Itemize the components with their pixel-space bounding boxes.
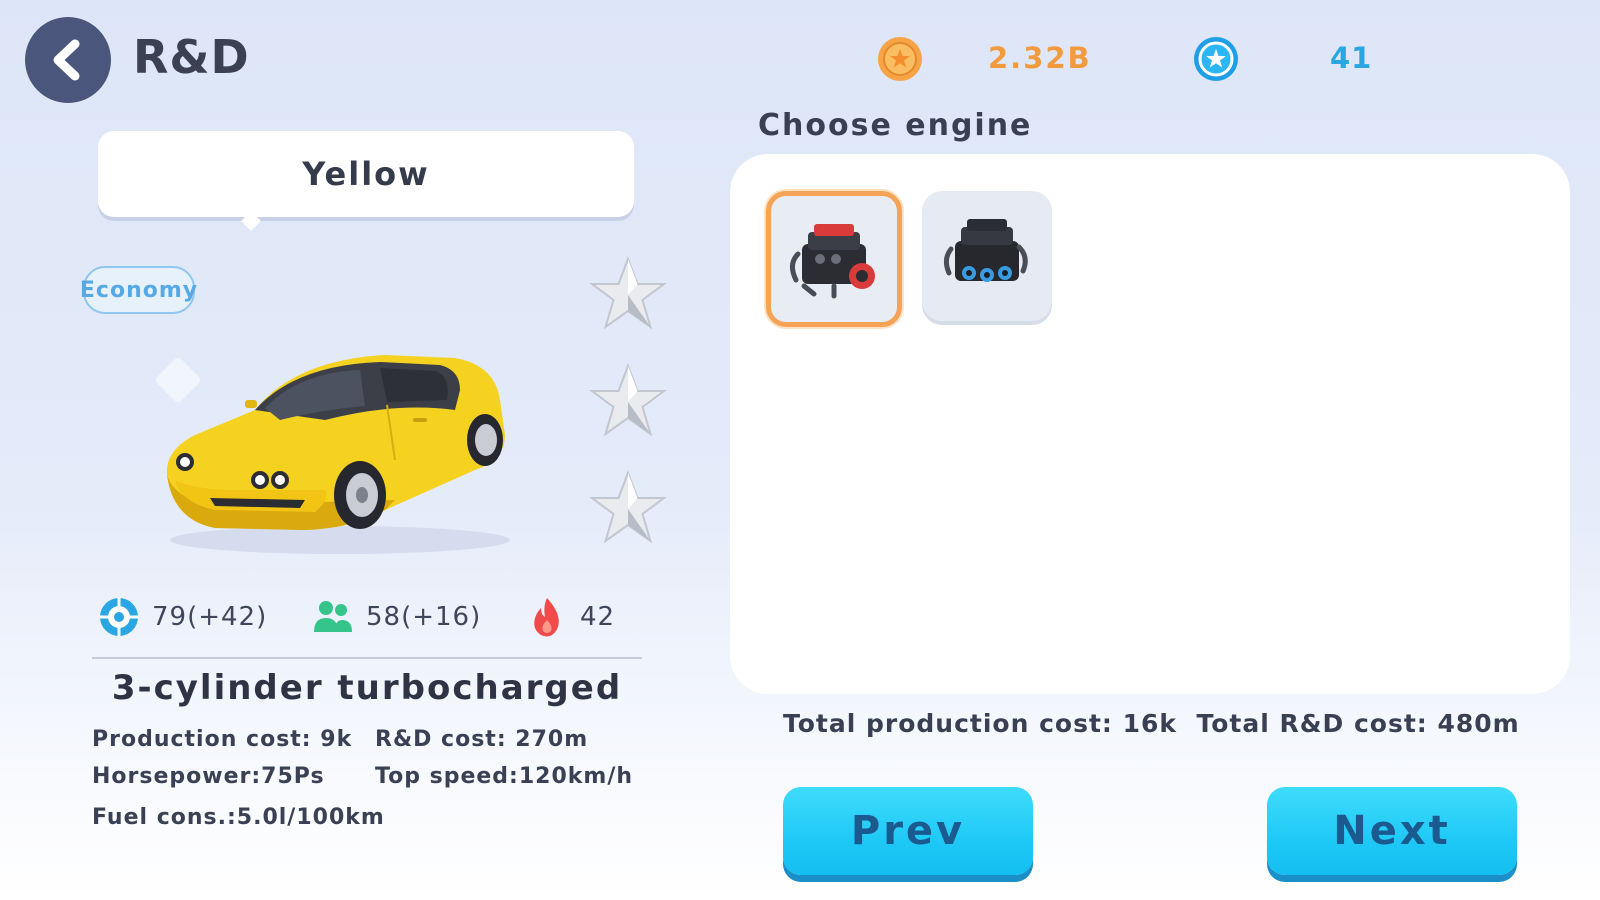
engine-option-1[interactable] <box>766 191 902 327</box>
blue-engine-icon <box>943 219 1028 282</box>
car-name: Yellow <box>302 155 430 193</box>
divider <box>92 657 642 659</box>
choose-engine-title: Choose engine <box>758 108 1033 143</box>
category-label: Economy <box>79 277 199 303</box>
engine-name: 3-cylinder turbocharged <box>111 668 623 708</box>
chevron-left-icon <box>53 39 80 81</box>
star-icon <box>588 470 668 544</box>
stat-flame-value: 42 <box>580 602 616 632</box>
tire-icon <box>100 598 138 636</box>
spec-top-speed: Top speed:120km/h <box>375 764 634 789</box>
prev-button[interactable]: Prev <box>783 787 1033 875</box>
gem-balance: 41 <box>1330 41 1373 75</box>
next-button-label: Next <box>1333 808 1451 854</box>
car-name-box[interactable]: Yellow <box>98 131 634 217</box>
spec-horsepower: Horsepower:75Ps <box>92 764 325 789</box>
star-gem-icon <box>1194 37 1238 81</box>
total-costs: Total production cost: 16k Total R&D cos… <box>783 709 1520 738</box>
spec-rd-cost: R&D cost: 270m <box>375 727 589 752</box>
page-title: R&D <box>133 30 250 84</box>
red-engine-icon <box>790 224 875 299</box>
next-button[interactable]: Next <box>1267 787 1517 875</box>
people-icon <box>314 601 352 632</box>
stat-tire-value: 79(+42) <box>152 602 268 632</box>
stat-people: 58(+16) <box>312 594 481 640</box>
star-icon <box>588 363 668 437</box>
spec-fuel: Fuel cons.:5.0l/100km <box>92 805 385 830</box>
spec-production-cost: Production cost: 9k <box>92 727 353 752</box>
prev-button-label: Prev <box>850 808 966 854</box>
coin-icon <box>878 37 922 81</box>
flame-icon <box>534 598 559 637</box>
stat-flame: 42 <box>526 594 615 640</box>
car-image <box>166 355 510 554</box>
star-icon <box>588 256 668 330</box>
coin-balance: 2.32B <box>988 41 1092 75</box>
engine-option-2[interactable] <box>922 191 1052 321</box>
stat-tire: 79(+42) <box>98 594 267 640</box>
stat-people-value: 58(+16) <box>366 602 482 632</box>
engine-list-panel <box>730 154 1570 694</box>
category-badge: Economy <box>79 266 199 314</box>
back-button[interactable] <box>25 17 111 103</box>
